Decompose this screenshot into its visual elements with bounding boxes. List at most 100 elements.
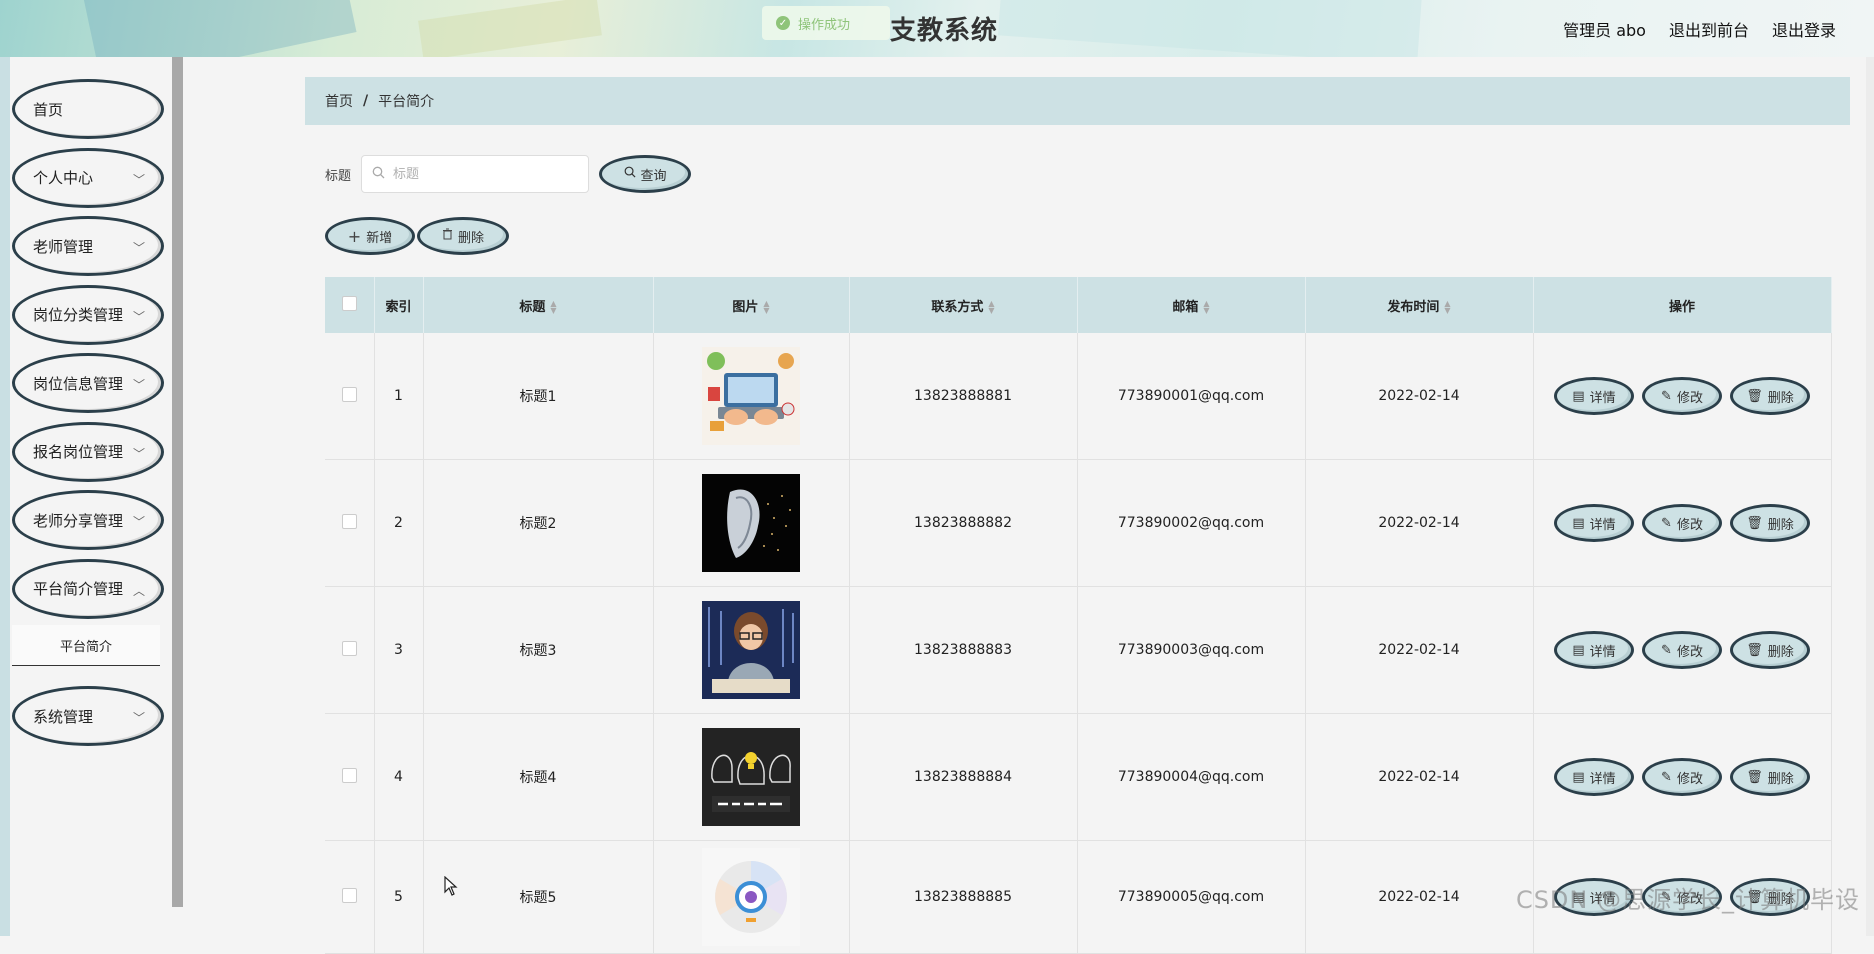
column-header-date[interactable]: 发布时间 ▲ ▼ xyxy=(1305,277,1534,333)
column-header-title[interactable]: 标题 ▲ ▼ xyxy=(423,277,654,333)
sidebar-item-teacher-share-management[interactable]: 老师分享管理 ﹀ xyxy=(12,490,164,550)
trash-icon: 🗑 xyxy=(1746,515,1763,531)
delete-button[interactable]: 🗑 删除 xyxy=(1730,631,1810,669)
delete-button[interactable]: 🗑 删除 xyxy=(1730,377,1810,415)
exit-to-front-link[interactable]: 退出到前台 xyxy=(1669,17,1749,41)
row-checkbox[interactable] xyxy=(341,386,357,402)
row-checkbox[interactable] xyxy=(341,887,357,903)
column-header-actions: 操作 xyxy=(1533,277,1832,333)
header-decoration xyxy=(83,0,357,57)
actions-cell: ▤ 详情 ✎ 修改 🗑 删除 xyxy=(1533,713,1832,841)
email-cell: 773890001@qq.com xyxy=(1077,333,1306,460)
logout-link[interactable]: 退出登录 xyxy=(1772,17,1836,41)
delete-button[interactable]: 🗑 删除 xyxy=(1730,758,1810,796)
top-header: ✓ 操作成功 支教系统 管理员 abo 退出到前台 退出登录 xyxy=(0,0,1874,57)
delete-button-label: 删除 xyxy=(1767,644,1794,660)
document-icon: ▤ xyxy=(1572,515,1585,531)
edit-button-label: 修改 xyxy=(1676,390,1703,406)
breadcrumb-home[interactable]: 首页 xyxy=(325,91,353,111)
trash-icon: 🗑 xyxy=(1746,642,1763,658)
sort-icon[interactable]: ▲ ▼ xyxy=(550,300,556,315)
email-cell: 773890005@qq.com xyxy=(1077,840,1306,954)
header-decoration xyxy=(418,0,602,57)
ai-face-image[interactable] xyxy=(702,474,800,572)
search-field[interactable] xyxy=(361,155,590,193)
column-header-email[interactable]: 邮箱 ▲ ▼ xyxy=(1077,277,1306,333)
sidebar-item-system-management[interactable]: 系统管理 ﹀ xyxy=(12,686,164,746)
row-select-cell xyxy=(325,459,375,587)
row-checkbox[interactable] xyxy=(341,640,357,656)
breadcrumb: 首页 / 平台简介 xyxy=(305,77,1850,125)
detail-button[interactable]: ▤ 详情 xyxy=(1554,377,1634,415)
phone-cell: 13823888881 xyxy=(849,333,1078,460)
edit-button[interactable]: ✎ 修改 xyxy=(1642,377,1722,415)
detail-button[interactable]: ▤ 详情 xyxy=(1554,631,1634,669)
pencil-icon: ✎ xyxy=(1661,388,1672,404)
laptop-illustration-image[interactable] xyxy=(702,347,800,445)
detail-button[interactable]: ▤ 详情 xyxy=(1554,758,1634,796)
sidebar-item-teacher-management[interactable]: 老师管理 ﹀ xyxy=(12,216,164,276)
trash-icon: 🗑 xyxy=(1746,769,1763,785)
phone-cell: 13823888885 xyxy=(849,840,1078,954)
edit-button[interactable]: ✎ 修改 xyxy=(1642,631,1722,669)
document-icon: ▤ xyxy=(1572,642,1585,658)
select-all-cell xyxy=(325,277,375,333)
header-decoration xyxy=(998,0,1422,57)
date-cell: 2022-02-14 xyxy=(1305,459,1534,587)
sidebar-item-label: 平台简介管理 xyxy=(33,580,124,598)
column-header-label: 图片 xyxy=(732,299,759,315)
pencil-icon: ✎ xyxy=(1661,642,1672,658)
select-all-checkbox[interactable] xyxy=(341,295,357,311)
education-chalkboard-image[interactable] xyxy=(702,728,800,826)
image-cell xyxy=(653,713,850,841)
table-row: 4 标题4 13823888884 773890004@qq.com 2022-… xyxy=(325,713,1832,841)
sort-icon[interactable]: ▲ ▼ xyxy=(1203,300,1209,315)
batch-delete-button[interactable]: 删除 xyxy=(417,217,509,255)
detail-button-label: 详情 xyxy=(1589,390,1616,406)
row-checkbox[interactable] xyxy=(341,767,357,783)
sidebar-item-job-category-management[interactable]: 岗位分类管理 ﹀ xyxy=(12,284,164,345)
sidebar-item-platform-intro-management[interactable]: 平台简介管理 ︿ xyxy=(12,558,164,619)
index-cell: 5 xyxy=(374,840,424,954)
row-select-cell xyxy=(325,713,375,841)
edit-button[interactable]: ✎ 修改 xyxy=(1642,758,1722,796)
phone-cell: 13823888884 xyxy=(849,713,1078,841)
query-button[interactable]: 查询 xyxy=(599,155,692,193)
sidebar-item-personal-center[interactable]: 个人中心 ﹀ xyxy=(12,147,164,208)
sidebar-scrollbar[interactable] xyxy=(172,57,183,907)
title-cell: 标题4 xyxy=(423,713,654,841)
page-scrollbar[interactable] xyxy=(1866,57,1874,936)
sort-icon[interactable]: ▲ ▼ xyxy=(763,300,769,315)
child-keyboard-image[interactable] xyxy=(702,601,800,699)
detail-button[interactable]: ▤ 详情 xyxy=(1554,504,1634,542)
row-checkbox[interactable] xyxy=(341,513,357,529)
index-cell: 4 xyxy=(374,713,424,841)
circular-infographic-image[interactable] xyxy=(702,848,800,946)
sidebar-item-home[interactable]: 首页 xyxy=(12,79,164,139)
sidebar-item-job-info-management[interactable]: 岗位信息管理 ﹀ xyxy=(12,353,164,413)
edit-button[interactable]: ✎ 修改 xyxy=(1642,504,1722,542)
search-input[interactable] xyxy=(391,165,576,183)
sort-icon[interactable]: ▲ ▼ xyxy=(988,300,994,315)
index-cell: 1 xyxy=(374,333,424,460)
current-user: 管理员 abo xyxy=(1563,21,1646,40)
add-button[interactable]: + 新增 xyxy=(325,217,415,255)
chevron-down-icon: ﹀ xyxy=(132,711,145,725)
sidebar-item-job-application-management[interactable]: 报名岗位管理 ﹀ xyxy=(12,421,164,482)
chevron-down-icon: ﹀ xyxy=(132,515,145,529)
column-header-phone[interactable]: 联系方式 ▲ ▼ xyxy=(849,277,1078,333)
delete-button-label: 删除 xyxy=(1767,517,1794,533)
sort-icon[interactable]: ▲ ▼ xyxy=(1444,300,1450,315)
email-cell: 773890003@qq.com xyxy=(1077,586,1306,714)
actions-cell: ▤ 详情 ✎ 修改 🗑 删除 xyxy=(1533,459,1832,587)
chevron-down-icon: ﹀ xyxy=(132,172,145,187)
submenu-item-platform-intro[interactable]: 平台简介 xyxy=(12,625,160,666)
sidebar-left-strip xyxy=(0,57,10,936)
column-header-image[interactable]: 图片 ▲ ▼ xyxy=(653,277,850,333)
edit-button-label: 修改 xyxy=(1676,644,1703,660)
title-cell: 标题1 xyxy=(423,333,654,460)
breadcrumb-current: 平台简介 xyxy=(378,94,435,110)
chevron-down-icon: ﹀ xyxy=(132,241,145,255)
top-links: 管理员 abo 退出到前台 退出登录 xyxy=(1563,17,1836,41)
delete-button[interactable]: 🗑 删除 xyxy=(1730,504,1810,542)
